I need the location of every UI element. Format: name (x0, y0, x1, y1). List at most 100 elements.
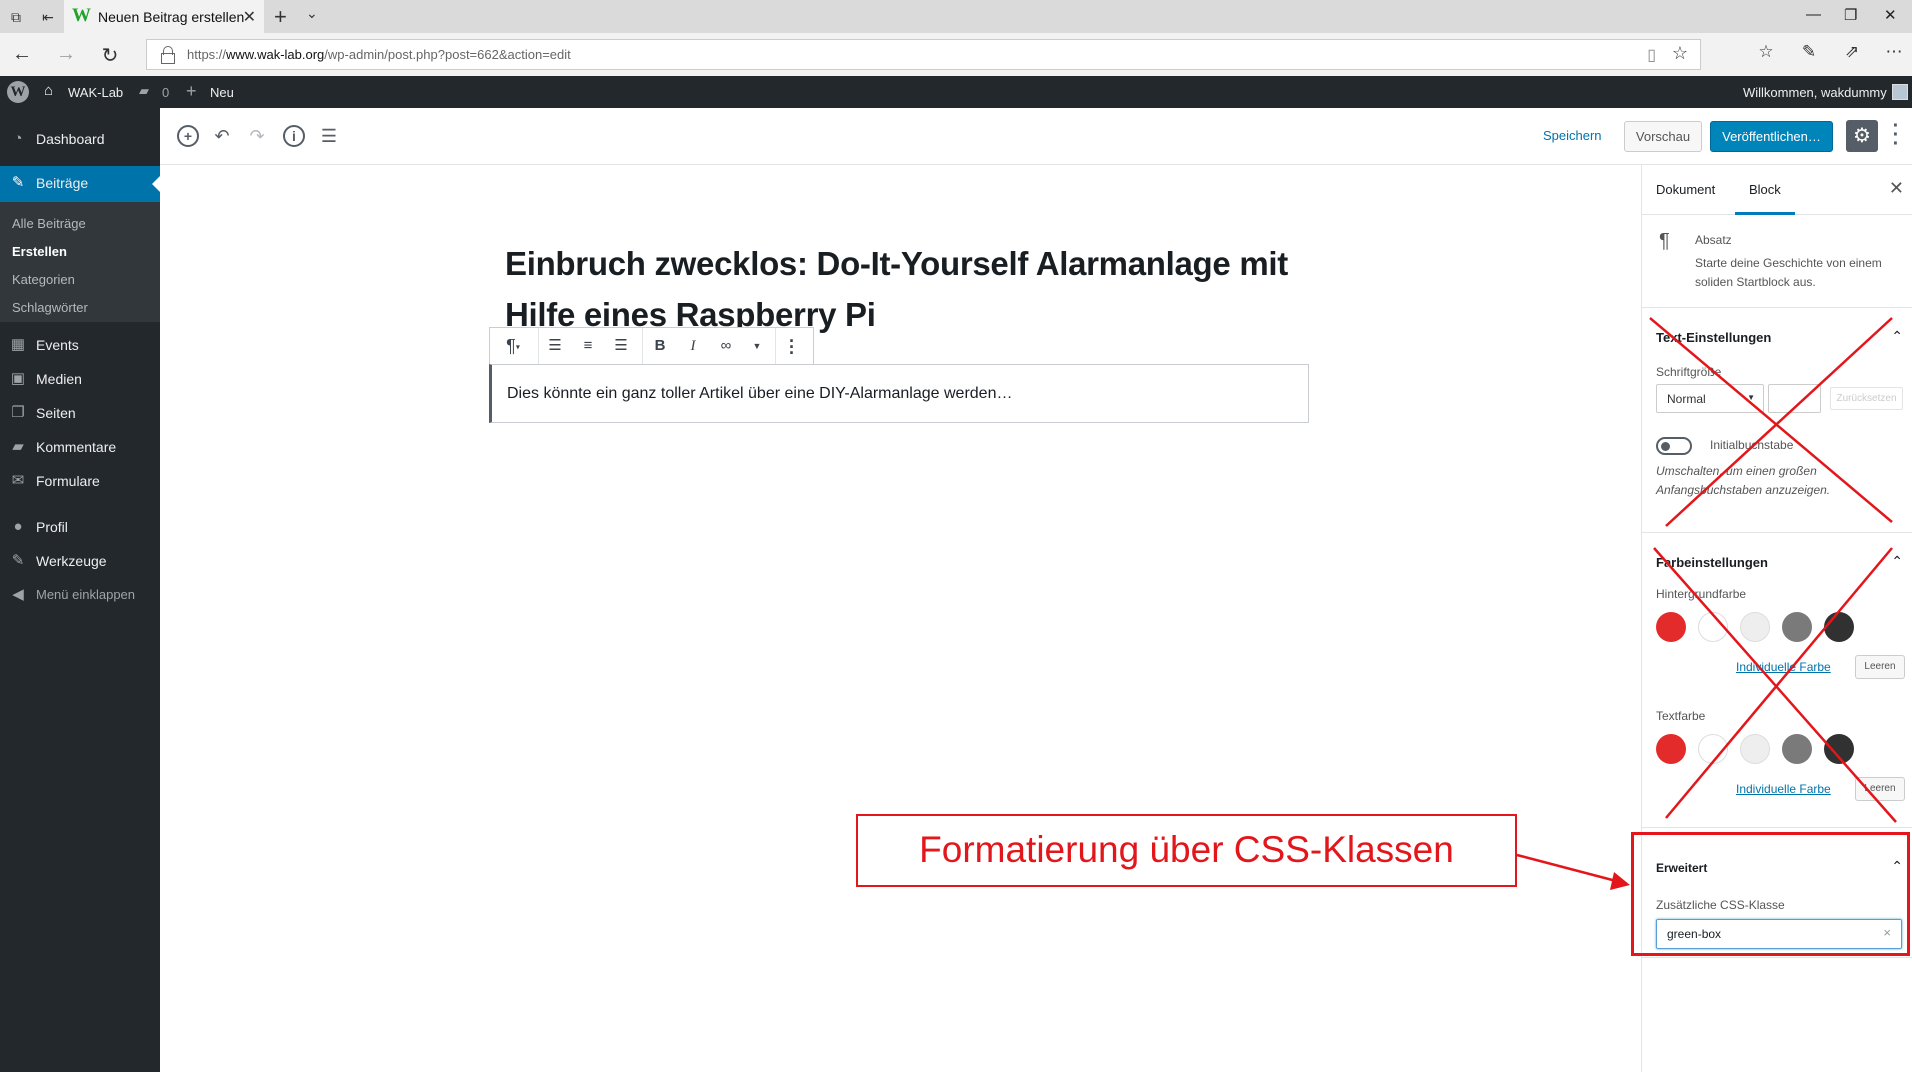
reset-button[interactable]: Zurücksetzen (1830, 387, 1903, 410)
comment-count[interactable]: 0 (162, 85, 169, 100)
preview-button[interactable]: Vorschau (1624, 121, 1702, 152)
text-swatch-white[interactable] (1698, 734, 1728, 764)
bg-custom-color-link[interactable]: Individuelle Farbe (1736, 660, 1831, 674)
more-options-icon[interactable]: · · · (1889, 116, 1903, 154)
url-field[interactable]: https://www.wak-lab.org/wp-admin/post.ph… (146, 39, 1701, 70)
reload-icon[interactable]: ↻ (98, 43, 122, 68)
wp-admin-bar: W ⌂ WAK-Lab ▰ 0 + Neu Willkommen, wakdum… (0, 76, 1912, 108)
sidebar-item-label: Medien (36, 371, 82, 387)
tab-block[interactable]: Block (1735, 182, 1795, 215)
block-more-options-icon[interactable]: · · · (782, 332, 802, 362)
restore-icon[interactable]: ❐ (1844, 6, 1857, 24)
dropcap-help-1: Umschalten, um einen großen (1656, 464, 1817, 478)
bg-clear-button[interactable]: Leeren (1855, 655, 1905, 679)
paragraph-type-icon[interactable]: ¶▾ (498, 336, 528, 356)
block-description-2: soliden Startblock aus. (1695, 275, 1816, 289)
minimize-icon[interactable]: — (1806, 6, 1821, 23)
text-settings-title[interactable]: Text-Einstellungen (1656, 330, 1771, 345)
text-swatch-gray[interactable] (1782, 734, 1812, 764)
site-name-link[interactable]: WAK-Lab (68, 85, 123, 100)
tab-document[interactable]: Dokument (1656, 182, 1715, 197)
forward-icon[interactable]: → (54, 43, 78, 66)
chevron-up-icon[interactable]: ⌃ (1891, 328, 1903, 345)
publish-button[interactable]: Veröffentlichen… (1710, 121, 1833, 152)
wordpress-logo-icon[interactable]: W (7, 81, 29, 103)
submenu-all-posts[interactable]: Alle Beiträge (12, 216, 86, 231)
back-icon[interactable]: ← (10, 43, 34, 66)
set-aside-tabs-icon[interactable]: ⇤ (38, 7, 58, 27)
sidebar-item-posts[interactable]: ✎ Beiträge (0, 166, 160, 202)
bg-swatch-gray[interactable] (1782, 612, 1812, 642)
url-domain: www.wak-lab.org (226, 47, 325, 62)
block-toolbar: ¶▾ ☰ ≡ ☰ B I ∞ ▼ · · · (489, 327, 814, 365)
save-draft-button[interactable]: Speichern (1543, 128, 1602, 143)
submenu-tags[interactable]: Schlagwörter (12, 300, 88, 315)
new-tab-icon[interactable]: + (274, 4, 287, 30)
new-content-link[interactable]: Neu (210, 85, 234, 100)
sidebar-item-dashboard[interactable]: ◔ Dashboard (0, 122, 160, 156)
post-title[interactable]: Einbruch zwecklos: Do-It-Yourself Alarma… (505, 238, 1325, 340)
more-formats-chevron-icon[interactable]: ▼ (747, 336, 767, 356)
custom-font-size-input[interactable] (1768, 384, 1821, 413)
submenu-categories[interactable]: Kategorien (12, 272, 75, 287)
avatar[interactable] (1892, 84, 1908, 100)
bold-icon[interactable]: B (650, 336, 670, 356)
link-icon[interactable]: ∞ (716, 336, 736, 356)
sidebar-item-media[interactable]: ▣ Medien (0, 362, 160, 396)
submenu-create[interactable]: Erstellen (12, 244, 67, 259)
greeting[interactable]: Willkommen, wakdummy (1743, 85, 1887, 100)
redo-icon[interactable]: ↷ (246, 125, 268, 147)
paragraph-block[interactable]: Dies könnte ein ganz toller Artikel über… (489, 364, 1309, 423)
tab-close-icon[interactable]: ✕ (243, 7, 256, 27)
browser-menu-icon[interactable]: ⋯ (1882, 42, 1906, 62)
sidebar-item-pages[interactable]: ❐ Seiten (0, 396, 160, 430)
bg-swatch-white[interactable] (1698, 612, 1728, 642)
dropcap-toggle[interactable] (1656, 437, 1692, 455)
sidebar-item-label: Events (36, 337, 79, 353)
media-icon: ▣ (10, 370, 26, 387)
share-icon[interactable]: ⇗ (1840, 42, 1864, 62)
bg-swatch-light-gray[interactable] (1740, 612, 1770, 642)
close-sidebar-icon[interactable]: ✕ (1889, 178, 1904, 199)
text-clear-button[interactable]: Leeren (1855, 777, 1905, 801)
text-swatch-red[interactable] (1656, 734, 1686, 764)
window-close-icon[interactable]: ✕ (1884, 6, 1897, 24)
chevron-up-icon[interactable]: ⌃ (1891, 553, 1903, 570)
block-description-1: Starte deine Geschichte von einem (1695, 256, 1882, 270)
settings-gear-icon[interactable]: ⚙ (1846, 120, 1878, 152)
sidebar-item-tools[interactable]: ✎ Werkzeuge (0, 544, 160, 578)
text-custom-color-link[interactable]: Individuelle Farbe (1736, 782, 1831, 796)
sidebar-item-profile[interactable]: ● Profil (0, 510, 160, 544)
color-settings-title[interactable]: Farbeinstellungen (1656, 555, 1768, 570)
text-swatch-light-gray[interactable] (1740, 734, 1770, 764)
add-block-icon[interactable]: + (177, 125, 199, 147)
align-right-icon[interactable]: ☰ (611, 336, 631, 356)
block-card: ¶ Absatz Starte deine Geschichte von ein… (1642, 215, 1912, 308)
favorite-star-icon[interactable]: ☆ (1672, 43, 1688, 64)
align-left-icon[interactable]: ☰ (545, 336, 565, 356)
favorites-list-icon[interactable]: ☆ (1754, 42, 1778, 62)
tab-actions-icon[interactable]: ⧉ (6, 7, 26, 27)
pen-notes-icon[interactable]: ✎ (1797, 42, 1821, 62)
sidebar-item-events[interactable]: ▦ Events (0, 328, 160, 362)
text-swatch-dark[interactable] (1824, 734, 1854, 764)
browser-tab-bar: ⧉ ⇤ W Neuen Beitrag erstellen ✕ + ⌄ — ❐ … (0, 0, 1912, 33)
align-center-icon[interactable]: ≡ (578, 336, 598, 356)
reading-view-icon[interactable]: ▯ (1647, 45, 1656, 65)
font-size-select[interactable]: Normal ▼ (1656, 384, 1764, 413)
info-icon[interactable]: i (283, 125, 305, 147)
block-navigation-icon[interactable]: ☰ (318, 125, 340, 147)
italic-icon[interactable]: I (683, 336, 703, 356)
sidebar-item-comments[interactable]: ▰ Kommentare (0, 430, 160, 464)
sidebar-item-label: Formulare (36, 473, 100, 489)
bg-swatch-red[interactable] (1656, 612, 1686, 642)
sidebar-collapse-menu[interactable]: ◀ Menü einklappen (0, 578, 160, 612)
undo-icon[interactable]: ↶ (211, 125, 233, 147)
browser-tab[interactable]: W Neuen Beitrag erstellen ✕ (64, 0, 264, 33)
tab-list-chevron-icon[interactable]: ⌄ (306, 5, 318, 22)
comment-bubble-icon[interactable]: ▰ (139, 83, 149, 99)
sidebar-item-forms[interactable]: ✉ Formulare (0, 464, 160, 498)
url-path: /wp-admin/post.php?post=662&action=edit (324, 47, 571, 62)
sidebar-item-label: Seiten (36, 405, 76, 421)
bg-swatch-dark[interactable] (1824, 612, 1854, 642)
